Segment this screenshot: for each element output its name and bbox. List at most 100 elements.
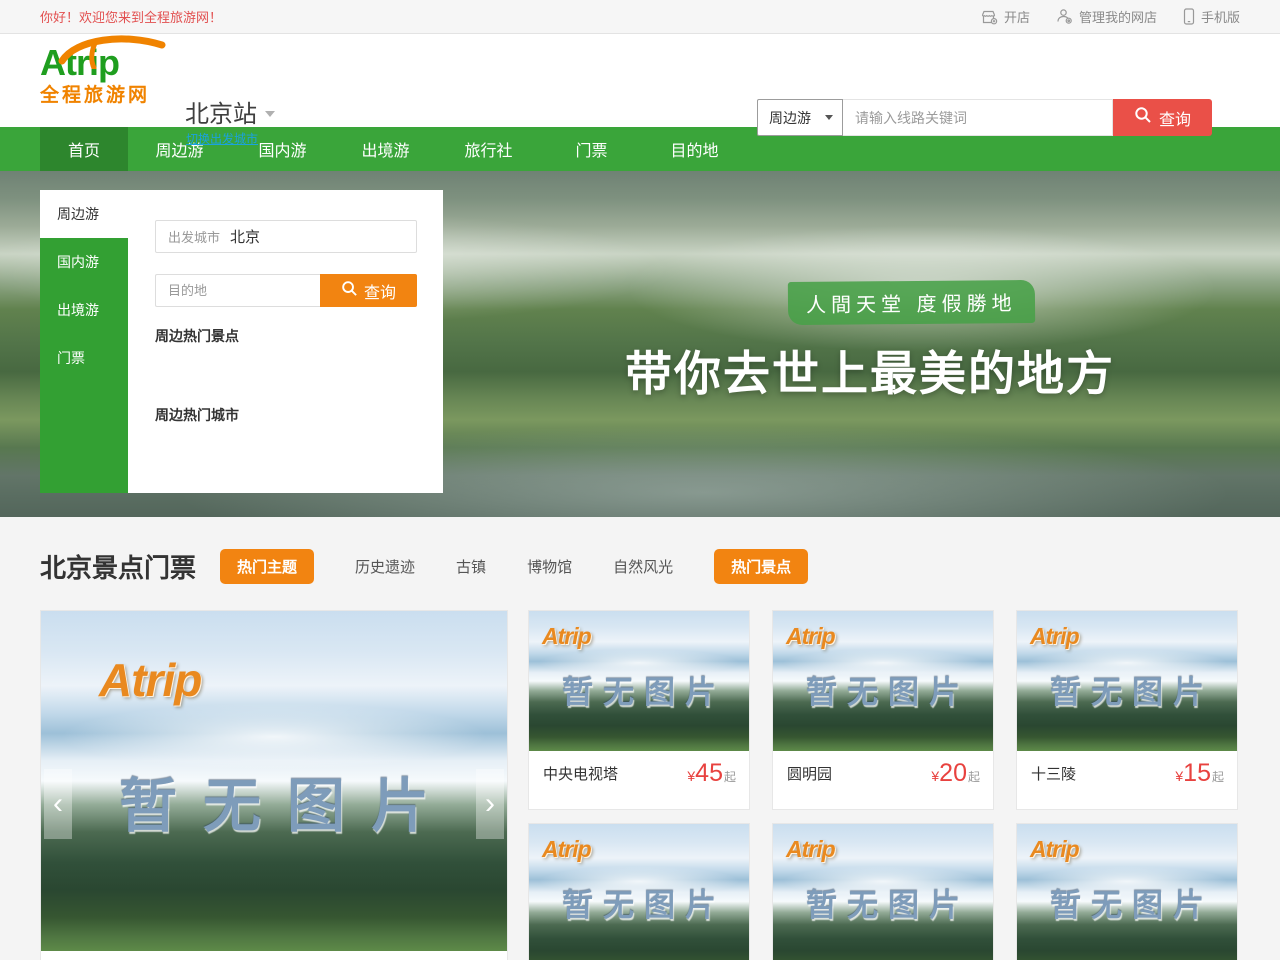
nav-item-destination[interactable]: 目的地 <box>643 127 746 171</box>
carousel-next-button[interactable]: › <box>476 769 504 839</box>
ticket-card[interactable]: Atrip 暂无图片 <box>772 823 994 960</box>
carousel-prev-button[interactable]: ‹ <box>44 769 72 839</box>
card-price: ¥ 15 起 <box>1175 759 1224 788</box>
depart-city-label: 出发城市 <box>168 227 220 246</box>
ticket-card-ming-tombs[interactable]: Atrip 暂无图片 十三陵 ¥ 15 起 <box>1016 610 1238 810</box>
mobile-version-link[interactable]: 手机版 <box>1183 7 1240 26</box>
ticket-card-yuanmingyuan[interactable]: Atrip 暂无图片 圆明园 ¥ 20 起 <box>772 610 994 810</box>
ticket-tabs: 热门主题 历史遗迹 古镇 博物馆 自然风光 <box>220 549 673 584</box>
open-shop-link[interactable]: 开店 <box>981 7 1030 26</box>
card-title: 十三陵 <box>1031 763 1076 784</box>
chevron-down-icon <box>265 111 275 117</box>
placeholder-logo: Atrip <box>1030 836 1079 863</box>
price-suffix: 起 <box>1212 768 1224 785</box>
placeholder-text: 暂无图片 <box>773 667 993 712</box>
placeholder-image: Atrip 暂无图片 <box>773 611 993 751</box>
ticket-card[interactable]: Atrip 暂无图片 <box>528 823 750 960</box>
search-icon <box>1134 106 1152 129</box>
hero-title: 带你去世上最美的地方 <box>520 335 1220 404</box>
topbar: 你好！欢迎您来到全程旅游网！ 开店 管理我的网店 手机版 <box>0 0 1280 34</box>
tab-historic-sites[interactable]: 历史遗迹 <box>355 556 415 577</box>
search-button-label: 查询 <box>1159 106 1191 130</box>
placeholder-logo: Atrip <box>1030 623 1079 650</box>
nav-item-tickets[interactable]: 门票 <box>540 127 643 171</box>
city-station-selector[interactable]: 北京站 <box>185 94 275 129</box>
tab-ancient-towns[interactable]: 古镇 <box>456 556 486 577</box>
side-tab-outbound[interactable]: 出境游 <box>40 286 128 334</box>
header-search-button[interactable]: 查询 <box>1113 99 1212 136</box>
placeholder-text: 暂无图片 <box>41 759 507 843</box>
search-category-select[interactable]: 周边游 <box>757 99 843 136</box>
ticket-card[interactable]: Atrip 暂无图片 <box>1016 823 1238 960</box>
hot-spots-heading: 周边热门景点 <box>155 326 417 346</box>
panel-search-button[interactable]: 查询 <box>320 274 417 307</box>
shop-icon <box>981 9 998 25</box>
section-header: 北京景点门票 热门主题 历史遗迹 古镇 博物馆 自然风光 热门景点 <box>40 548 1240 585</box>
chevron-down-icon <box>825 115 833 120</box>
placeholder-image: Atrip 暂无图片 <box>1017 611 1237 751</box>
tab-natural-scenery[interactable]: 自然风光 <box>613 556 673 577</box>
currency-symbol: ¥ <box>931 768 939 784</box>
manage-shop-label: 管理我的网店 <box>1079 7 1157 26</box>
placeholder-text: 暂无图片 <box>1017 667 1237 712</box>
tab-museums[interactable]: 博物馆 <box>527 556 572 577</box>
card-price: ¥ 20 起 <box>931 759 980 788</box>
currency-symbol: ¥ <box>687 768 695 784</box>
tab-hot-spots[interactable]: 热门景点 <box>714 549 808 584</box>
side-tab-tickets[interactable]: 门票 <box>40 334 128 382</box>
placeholder-image: Atrip 暂无图片 <box>529 824 749 960</box>
logo-wordmark: Atrip <box>40 44 175 82</box>
nav-item-outbound[interactable]: 出境游 <box>334 127 437 171</box>
placeholder-image: Atrip 暂无图片 <box>773 824 993 960</box>
placeholder-text: 暂无图片 <box>529 667 749 712</box>
header-search-bar: 周边游 查询 <box>757 99 1212 136</box>
section-title: 北京景点门票 <box>40 548 196 585</box>
hero-banner: 周边游 国内游 出境游 门票 出发城市 北京 查询 周边热门景点 周边热门城市 … <box>0 171 1280 517</box>
price-suffix: 起 <box>724 768 736 785</box>
logo-subtitle: 全程旅游网 <box>40 84 175 108</box>
search-input[interactable] <box>843 99 1113 136</box>
side-tab-nearby[interactable]: 周边游 <box>40 190 128 238</box>
site-logo[interactable]: Atrip 全程旅游网 <box>40 44 175 108</box>
card-caption: 十三陵 ¥ 15 起 <box>1017 751 1237 795</box>
price-suffix: 起 <box>968 768 980 785</box>
nav-item-agency[interactable]: 旅行社 <box>437 127 540 171</box>
currency-symbol: ¥ <box>1175 768 1183 784</box>
featured-carousel-card[interactable]: Atrip 暂无图片 ‹ › <box>40 610 508 960</box>
depart-city-value: 北京 <box>230 226 260 247</box>
placeholder-logo: Atrip <box>786 836 835 863</box>
topbar-links: 开店 管理我的网店 手机版 <box>981 7 1240 26</box>
tab-hot-themes[interactable]: 热门主题 <box>220 549 314 584</box>
open-shop-label: 开店 <box>1004 7 1030 26</box>
placeholder-logo: Atrip <box>99 653 201 707</box>
price-value: 20 <box>939 759 967 788</box>
depart-city-field[interactable]: 出发城市 北京 <box>155 220 417 253</box>
user-icon <box>1056 8 1073 25</box>
mobile-icon <box>1183 8 1195 25</box>
beijing-tickets-section: 北京景点门票 热门主题 历史遗迹 古镇 博物馆 自然风光 热门景点 Atrip … <box>0 517 1280 960</box>
destination-input[interactable] <box>155 274 320 307</box>
nav-item-home[interactable]: 首页 <box>40 127 128 171</box>
logo-letter-a: A <box>40 42 65 83</box>
side-tab-domestic[interactable]: 国内游 <box>40 238 128 286</box>
ticket-card-cctv-tower[interactable]: Atrip 暂无图片 中央电视塔 ¥ 45 起 <box>528 610 750 810</box>
logo-trip: trip <box>65 42 119 83</box>
placeholder-text: 暂无图片 <box>1017 880 1237 925</box>
ticket-grid: Atrip 暂无图片 中央电视塔 ¥ 45 起 Atrip 暂无图片 <box>528 610 1238 960</box>
carousel-caption <box>41 951 507 960</box>
placeholder-image: Atrip 暂无图片 ‹ › <box>41 611 507 951</box>
switch-city-link[interactable]: 切换出发城市 <box>186 130 258 147</box>
search-category-value: 周边游 <box>769 108 811 128</box>
price-value: 15 <box>1183 759 1211 788</box>
hero-search-panel: 出发城市 北京 查询 周边热门景点 周边热门城市 <box>128 190 443 493</box>
card-price: ¥ 45 起 <box>687 759 736 788</box>
site-header: Atrip 全程旅游网 北京站 切换出发城市 周边游 查询 <box>0 34 1280 127</box>
station-name: 北京站 <box>185 94 257 129</box>
hero-badge: 人間天堂 度假勝地 <box>788 280 1035 325</box>
hot-cities-heading: 周边热门城市 <box>155 405 417 425</box>
card-caption: 圆明园 ¥ 20 起 <box>773 751 993 795</box>
manage-shop-link[interactable]: 管理我的网店 <box>1056 7 1157 26</box>
panel-search-label: 查询 <box>364 279 396 303</box>
placeholder-text: 暂无图片 <box>773 880 993 925</box>
mobile-version-label: 手机版 <box>1201 7 1240 26</box>
